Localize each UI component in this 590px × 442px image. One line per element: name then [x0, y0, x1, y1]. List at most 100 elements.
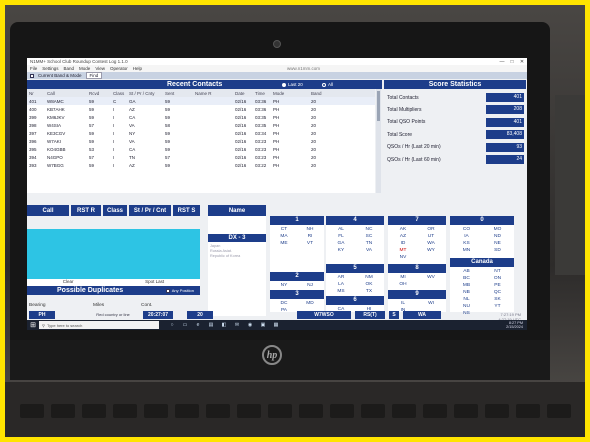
table-cell: KE3CGV [47, 130, 66, 136]
table-cell: 57 [165, 154, 171, 160]
class-label[interactable]: Class [103, 205, 127, 216]
table-cell: 20 [311, 106, 317, 112]
table-row[interactable]: 400 KB7AHK 59 I AZ 59 02/16 03:36 PH 20 [27, 105, 375, 113]
current-band-checkbox[interactable] [30, 73, 34, 78]
menu-band[interactable]: Band [64, 66, 75, 71]
mult-state: NL [463, 297, 470, 302]
task-view-icon[interactable]: ▭ [180, 321, 190, 329]
name-input[interactable] [208, 216, 266, 316]
table-cell: W4SIA [47, 122, 62, 128]
mult-state [418, 281, 444, 288]
mult-state: NV [399, 255, 407, 260]
state-label[interactable]: St / Pr / Cnt [129, 205, 171, 216]
mult-state: NH [306, 227, 314, 232]
scrollbar-thumb[interactable] [377, 91, 380, 121]
mult-state: DC [280, 301, 288, 306]
table-cell: I [113, 114, 115, 120]
region-grid-r2: NY NJ [272, 282, 322, 289]
rsts-label[interactable]: RST S [173, 205, 200, 216]
system-tray[interactable]: 8:27 PM 2/15/2024 [506, 321, 523, 329]
region-header-r7: 7 [388, 216, 446, 225]
mult-state: SD [494, 248, 501, 253]
table-cell: 59 [89, 162, 95, 168]
call-label[interactable]: Call [27, 205, 69, 216]
chrome-icon[interactable]: ◉ [245, 321, 255, 329]
all-radio[interactable]: All [322, 82, 333, 87]
table-cell: 02/16 [235, 98, 247, 104]
store-icon[interactable]: ◧ [219, 321, 229, 329]
table-cell: KB7AHK [47, 106, 65, 112]
table-cell: 59 [89, 106, 95, 112]
table-row[interactable]: 401 W8AMC 59 C GA 59 02/16 03:36 PH 20 [27, 97, 375, 105]
score-value: 24 [486, 155, 524, 164]
menu-help[interactable]: Help [133, 66, 142, 71]
file-explorer-icon[interactable]: ▤ [206, 321, 216, 329]
menu-settings[interactable]: Settings [42, 66, 58, 71]
mult-state: AL [338, 227, 344, 232]
minimize-button[interactable]: — [497, 59, 507, 65]
edge-icon[interactable]: e [193, 321, 203, 329]
table-cell: 59 [165, 138, 171, 144]
menu-mode[interactable]: Mode [79, 66, 90, 71]
table-cell: 400 [29, 106, 37, 112]
table-scrollbar[interactable] [376, 89, 381, 193]
taskbar-search-input[interactable]: ⚲ Type here to search [39, 321, 159, 329]
table-row[interactable]: 394 N4GPO 57 I TN 57 02/16 03:23 PH 20 [27, 153, 375, 161]
find-button[interactable]: Find [85, 72, 103, 79]
menu-file[interactable]: File [30, 66, 37, 71]
last20-radio[interactable]: Last 20 [282, 82, 303, 87]
table-cell: PH [273, 106, 280, 112]
call-input[interactable] [27, 229, 200, 279]
keyboard-key [330, 404, 354, 418]
cortana-icon[interactable]: ○ [167, 321, 177, 329]
windows-start-icon[interactable]: ⊞ [27, 320, 39, 330]
table-cell: AZ [129, 162, 135, 168]
mail-icon[interactable]: ✉ [232, 321, 242, 329]
name-label[interactable]: Name [208, 205, 266, 216]
mult-state [418, 254, 444, 261]
band-filter-bar: Current Band & Mode Find [27, 72, 527, 79]
table-row[interactable]: 398 W4SIA 57 I VA 58 02/16 03:35 PH 20 [27, 121, 375, 129]
table-row[interactable]: 397 KE3CGV 59 I NY 59 02/16 03:34 PH 20 [27, 129, 375, 137]
laptop-screen: N1MM+ School Club Roundup Contest Log 1.… [27, 58, 527, 330]
table-cell: 59 [89, 138, 95, 144]
mult-state: SC [365, 234, 373, 239]
mult-state: VT [306, 241, 314, 246]
mult-state: WI [428, 301, 434, 306]
table-row[interactable]: 395 KO4GBB 53 I CA 59 02/16 03:23 PH 20 [27, 145, 375, 153]
region-grid-r0: CO MO IA ND KS NE MN SD [452, 226, 512, 254]
keyboard-key [454, 404, 478, 418]
region-grid-r4: AL NC FL SC GA TN KY VA [328, 226, 382, 254]
table-cell: CA [129, 146, 136, 152]
website-link[interactable]: www.n1mm.com [287, 66, 320, 71]
spot-last-button[interactable]: Spot Last [145, 279, 164, 286]
n1mm-app-icon[interactable]: ▦ [271, 321, 281, 329]
any-position-option[interactable]: Any Position [165, 288, 194, 293]
mult-state: NE [494, 241, 501, 246]
close-button[interactable]: ✕ [517, 59, 527, 65]
table-row[interactable]: 393 W7BGG 59 I AZ 59 02/16 03:22 PH 20 [27, 161, 375, 169]
table-row[interactable]: 396 W7AKI 59 I VA 59 02/16 03:23 PH 20 [27, 137, 375, 145]
table-cell: 59 [165, 106, 171, 112]
search-icon: ⚲ [42, 322, 45, 328]
score-row: QSOs / Hr (Last 20 min) 93 [384, 142, 526, 153]
mult-state: OK [365, 282, 373, 287]
rstr-label[interactable]: RST R [71, 205, 101, 216]
clear-button[interactable]: Clear [63, 279, 74, 286]
keyboard-key [144, 404, 168, 418]
table-cell: 59 [165, 162, 171, 168]
menu-operator[interactable]: Operator [110, 66, 128, 71]
mode-indicator: PH [29, 311, 55, 319]
mult-state: MN [462, 248, 471, 253]
maximize-button[interactable]: □ [507, 59, 517, 65]
score-label: QSOs / Hr (Last 60 min) [387, 156, 441, 163]
table-cell: 03:23 [255, 146, 267, 152]
mult-state: KS [463, 241, 470, 246]
table-cell: PH [273, 130, 280, 136]
table-row[interactable]: 399 KM6JKV 59 I CA 59 02/16 03:35 PH 20 [27, 113, 375, 121]
menu-view[interactable]: View [95, 66, 105, 71]
app-icon[interactable]: ▣ [258, 321, 268, 329]
webcam [273, 40, 281, 48]
background-object [555, 95, 590, 275]
mult-state: MA [280, 234, 288, 239]
